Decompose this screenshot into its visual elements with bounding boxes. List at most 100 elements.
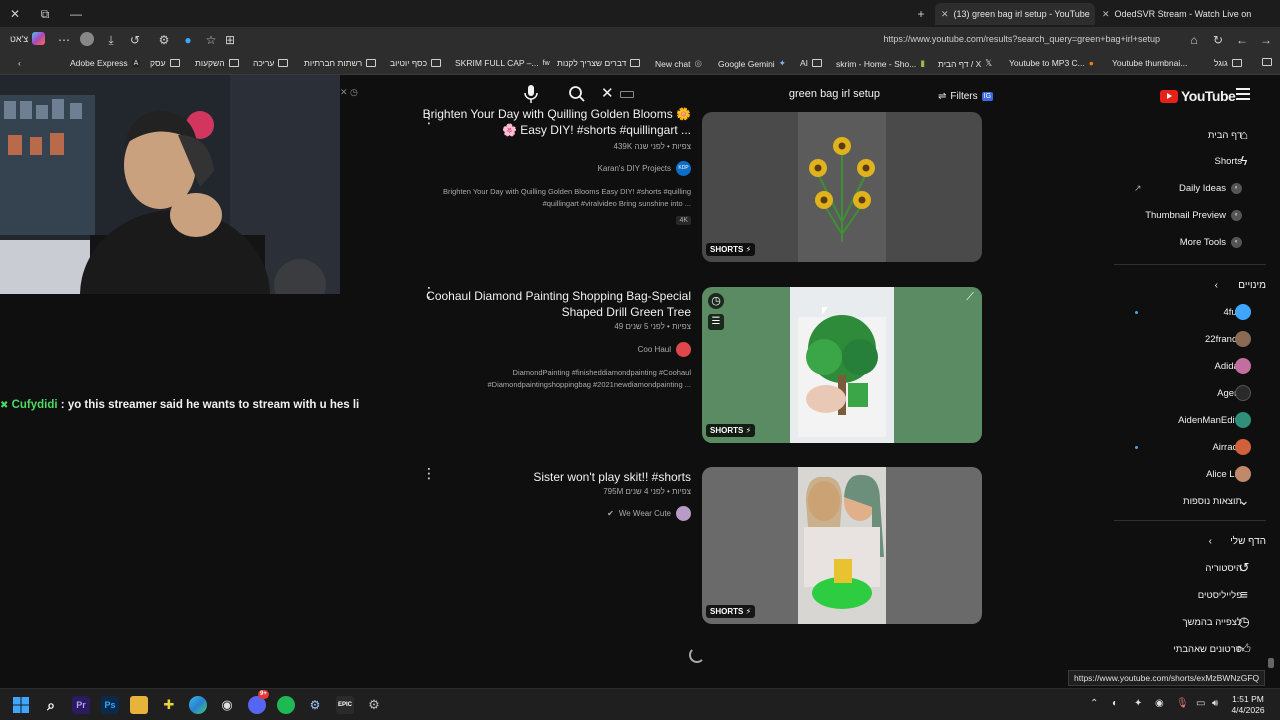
- overlay-close-icon[interactable]: ✕ ◷: [340, 87, 358, 98]
- bookmark-item[interactable]: skrim - Home - Sho... ▮: [836, 58, 925, 69]
- channel-avatar[interactable]: [676, 506, 691, 521]
- back-icon[interactable]: ←: [1234, 32, 1250, 48]
- close-tab-icon[interactable]: ✕: [941, 9, 949, 20]
- sidebar-item-more-tools[interactable]: More Tools ◐: [1114, 229, 1280, 255]
- show-more-button[interactable]: תוצאות נוספות ⌄: [1114, 488, 1280, 514]
- search-result[interactable]: ⋮ Brighten Your Day with Quilling Golden…: [400, 107, 990, 270]
- sidebar-item-subscription[interactable]: Adidar: [1114, 353, 1280, 379]
- bookmark-folder[interactable]: גוגל: [1214, 58, 1242, 68]
- history-icon[interactable]: ↺: [127, 32, 143, 48]
- copilot-icon[interactable]: [32, 32, 45, 45]
- sidebar-item-subscription[interactable]: Airrack: [1114, 434, 1280, 460]
- new-tab-icon[interactable]: +: [912, 5, 930, 23]
- video-title[interactable]: Coohaul Diamond Painting Shopping Bag-Sp…: [421, 288, 691, 320]
- network-icon[interactable]: ▭: [1196, 698, 1205, 709]
- home-icon[interactable]: ⌂: [1186, 32, 1202, 48]
- bookmark-folder[interactable]: עריכה: [253, 58, 289, 68]
- bookmark-folder[interactable]: AI: [800, 58, 823, 68]
- youtube-logo[interactable]: YouTube: [1160, 88, 1236, 104]
- sidebar-item-thumbnail-preview[interactable]: Thumbnail Preview ◐: [1114, 202, 1280, 228]
- tab-youtube[interactable]: ✕ (13) green bag irl setup - YouTube: [935, 3, 1095, 25]
- bookmarks-more-icon[interactable]: [1262, 58, 1272, 66]
- video-thumbnail[interactable]: ◷ ☰ ⟋ SHORTS ⚡: [702, 287, 982, 443]
- channel-avatar[interactable]: KDP: [676, 161, 691, 176]
- search-input[interactable]: green bag irl setup: [630, 84, 880, 108]
- tab-stream[interactable]: ✕ OdedSVR Stream - Watch Live on: [1096, 3, 1254, 25]
- bookmark-folder[interactable]: רשתות חברתיות: [304, 58, 377, 68]
- channel-info[interactable]: Karan's DIY Projects KDP: [598, 161, 691, 176]
- volume-icon[interactable]: 🔊︎: [1212, 698, 1218, 709]
- collections-icon[interactable]: ⊞: [222, 32, 238, 48]
- bookmark-item[interactable]: New chat ◎: [655, 58, 702, 69]
- favorite-star-icon[interactable]: ☆: [203, 32, 219, 48]
- close-tab-icon[interactable]: ✕: [1102, 9, 1110, 20]
- extensions-icon[interactable]: ⚙: [156, 32, 172, 48]
- clear-search-icon[interactable]: ✕: [601, 84, 614, 102]
- channel-name[interactable]: Karan's DIY Projects: [598, 164, 671, 173]
- bookmark-item[interactable]: Google Gemini ✦: [718, 58, 786, 69]
- bookmark-item[interactable]: דף הבית / X𝕏: [938, 58, 992, 69]
- settings-icon[interactable]: ⚙: [365, 696, 383, 714]
- sidebar-item-shorts[interactable]: Shorts ϟ: [1114, 148, 1280, 174]
- photoshop-icon[interactable]: Ps: [101, 696, 119, 714]
- channel-name[interactable]: We Wear Cute: [619, 509, 671, 518]
- subscriptions-heading[interactable]: מינויים ‹: [1114, 272, 1280, 298]
- obs-icon[interactable]: ◉: [218, 696, 236, 714]
- epic-games-icon[interactable]: EPIC: [336, 696, 354, 714]
- watch-later-icon[interactable]: ◷: [708, 293, 724, 309]
- you-heading[interactable]: הדף שלי ‹: [1114, 528, 1280, 554]
- steam-icon[interactable]: ⚙: [306, 696, 324, 714]
- bookmark-item[interactable]: Youtube thumbnai...: [1112, 58, 1187, 68]
- sidebar-item-subscription[interactable]: Alice Liu: [1114, 461, 1280, 487]
- restore-window-icon[interactable]: ⧉: [36, 5, 54, 23]
- file-explorer-icon[interactable]: [130, 696, 148, 714]
- sidebar-item-watch-later[interactable]: לצפייה בהמשך ◷: [1114, 609, 1280, 635]
- sidebar-item-history[interactable]: היסטוריה ↺: [1114, 555, 1280, 581]
- filters-button[interactable]: ⇌ Filters IG: [938, 85, 994, 107]
- channel-info[interactable]: Coo Haul: [638, 342, 691, 357]
- scrollbar-thumb[interactable]: [1268, 658, 1274, 668]
- extension-blue-icon[interactable]: ●: [180, 32, 196, 48]
- channel-avatar[interactable]: [676, 342, 691, 357]
- video-thumbnail[interactable]: SHORTS ⚡: [702, 112, 982, 262]
- downloads-icon[interactable]: ⤓: [103, 32, 119, 48]
- reload-icon[interactable]: ↻: [1210, 32, 1226, 48]
- sidebar-item-liked[interactable]: סרטונים שאהבתי 👍︎: [1114, 636, 1280, 662]
- add-to-queue-icon[interactable]: ☰: [708, 314, 724, 330]
- video-title[interactable]: Brighten Your Day with Quilling Golden B…: [421, 106, 691, 138]
- url-field[interactable]: https://www.youtube.com/results?search_q…: [860, 34, 1160, 44]
- premiere-icon[interactable]: Pr: [72, 696, 90, 714]
- sidebar-item-subscription[interactable]: 22franco: [1114, 326, 1280, 352]
- search-result[interactable]: ⋮ Coohaul Diamond Painting Shopping Bag-…: [400, 284, 990, 446]
- tray-app-icon[interactable]: ✦: [1134, 698, 1142, 709]
- sidebar-item-home[interactable]: דף הבית ⌂: [1114, 122, 1280, 148]
- channel-name[interactable]: Coo Haul: [638, 345, 671, 354]
- bookmark-folder[interactable]: עסק: [150, 58, 180, 68]
- search-icon[interactable]: ⌕: [42, 696, 60, 714]
- bookmark-item[interactable]: Youtube to MP3 C... ●: [1009, 58, 1094, 68]
- tray-app-icon[interactable]: ◐: [1112, 698, 1118, 709]
- bookmark-folder[interactable]: השקעות: [195, 58, 239, 68]
- voice-search-icon[interactable]: [524, 84, 540, 106]
- sidebar-item-daily-ideas[interactable]: ↗ Daily Ideas ◐: [1114, 175, 1280, 201]
- sidebar-item-playlists[interactable]: פלייליסטים ≡: [1114, 582, 1280, 608]
- spotify-icon[interactable]: [277, 696, 295, 714]
- menu-icon[interactable]: [1236, 88, 1250, 100]
- channel-info[interactable]: ✔ We Wear Cute: [607, 506, 691, 521]
- sidebar-item-subscription[interactable]: Agent: [1114, 380, 1280, 406]
- microphone-icon[interactable]: 🎙︎: [1176, 698, 1189, 709]
- bookmarks-scroll-icon[interactable]: ‹: [18, 58, 21, 68]
- mute-icon[interactable]: ⟋: [966, 291, 974, 304]
- video-thumbnail[interactable]: SHORTS ⚡: [702, 467, 982, 624]
- puzzle-app-icon[interactable]: ✚: [160, 696, 178, 714]
- minimize-window-icon[interactable]: —: [67, 5, 85, 23]
- search-icon[interactable]: [568, 85, 586, 103]
- close-window-icon[interactable]: ✕: [6, 5, 24, 23]
- profile-avatar-icon[interactable]: [80, 32, 94, 46]
- video-title[interactable]: Sister won't play skit!! #shorts: [421, 469, 691, 485]
- sidebar-item-subscription[interactable]: 4fun: [1114, 299, 1280, 325]
- bookmark-folder[interactable]: דברים שצריך לקנות: [557, 58, 641, 68]
- discord-icon[interactable]: 9+: [248, 690, 269, 714]
- edge-icon[interactable]: [189, 696, 207, 714]
- more-options-icon[interactable]: ⋯: [56, 32, 72, 48]
